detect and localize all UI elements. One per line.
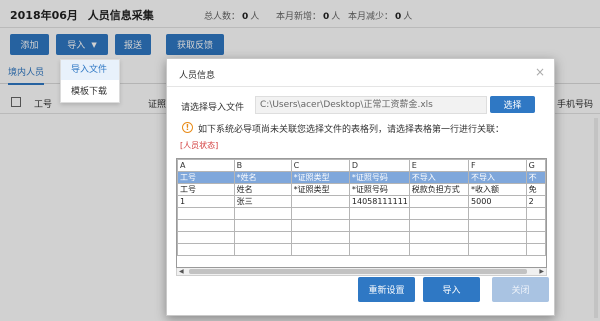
- import-button[interactable]: 导入: [423, 277, 480, 302]
- mapping-cell[interactable]: *姓名: [233, 171, 292, 184]
- spreadsheet-preview: A B C D E F G 工号 *姓名 *证照类型 *证照号码 不导入 不导入…: [176, 158, 547, 268]
- grid-cell[interactable]: 2: [525, 195, 546, 208]
- file-path-field[interactable]: C:\Users\acer\Desktop\正常工资薪金.xls: [255, 96, 487, 114]
- menu-item-import-file[interactable]: 导入文件: [61, 60, 119, 80]
- grid-cell[interactable]: 张三: [233, 195, 292, 208]
- dialog-title: 人员信息: [179, 71, 216, 81]
- grid-cell[interactable]: [348, 231, 410, 244]
- grid-cell[interactable]: [408, 207, 470, 220]
- mapping-cell[interactable]: *证照类型: [290, 171, 350, 184]
- scrollbar-thumb[interactable]: [189, 269, 527, 274]
- grid-cell[interactable]: [233, 219, 292, 232]
- table-row[interactable]: [177, 207, 546, 220]
- scroll-right-icon[interactable]: ▶: [539, 268, 544, 275]
- scroll-left-icon[interactable]: ◀: [179, 268, 184, 275]
- file-select-label: 请选择导入文件: [181, 103, 245, 113]
- mapping-cell[interactable]: 不导入: [408, 171, 470, 184]
- column-letter: G: [525, 159, 546, 172]
- grid-cell[interactable]: [468, 231, 527, 244]
- column-letter: F: [468, 159, 527, 172]
- grid-cell[interactable]: [348, 219, 410, 232]
- grid-cell[interactable]: [348, 207, 410, 220]
- grid-cell[interactable]: [290, 231, 350, 244]
- grid-cell[interactable]: [290, 207, 350, 220]
- column-letter-row: A B C D E F G: [177, 159, 546, 172]
- mapping-row[interactable]: 工号 *姓名 *证照类型 *证照号码 不导入 不导入 不: [177, 171, 546, 184]
- grid-cell[interactable]: 5000: [468, 195, 527, 208]
- warning-icon: !: [182, 122, 193, 133]
- grid-cell[interactable]: 工号: [177, 183, 235, 196]
- table-row[interactable]: 1 张三 14058111111 5000 2: [177, 195, 546, 208]
- grid-cell[interactable]: [468, 243, 527, 256]
- grid-cell[interactable]: 姓名: [233, 183, 292, 196]
- grid-cell[interactable]: [233, 243, 292, 256]
- dialog-header: 人员信息 ×: [167, 59, 554, 87]
- grid-cell[interactable]: [525, 207, 546, 220]
- grid-cell[interactable]: [233, 231, 292, 244]
- close-button[interactable]: 关闭: [492, 277, 549, 302]
- mapping-cell[interactable]: *证照号码: [348, 171, 410, 184]
- grid-cell[interactable]: [525, 231, 546, 244]
- table-row[interactable]: 工号 姓名 *证照类型 *证照号码 税款负担方式 *收入额 免: [177, 183, 546, 196]
- column-letter: A: [177, 159, 235, 172]
- grid-cell[interactable]: [408, 219, 470, 232]
- menu-item-template-download[interactable]: 模板下载: [61, 82, 119, 102]
- grid-cell[interactable]: *证照号码: [348, 183, 410, 196]
- grid-cell[interactable]: [290, 219, 350, 232]
- import-menu: 导入文件 模板下载: [60, 59, 120, 103]
- mapping-cell[interactable]: 工号: [177, 171, 235, 184]
- grid-cell[interactable]: [233, 207, 292, 220]
- grid-cell[interactable]: 1: [177, 195, 235, 208]
- mapping-warning-text: 如下系统必导项尚未关联您选择文件的表格列，请选择表格第一行进行关联：: [198, 125, 505, 135]
- select-file-button[interactable]: 选择: [490, 96, 535, 113]
- unmapped-field-tag: [人员状态]: [180, 141, 219, 150]
- grid-cell[interactable]: [290, 243, 350, 256]
- table-row[interactable]: [177, 219, 546, 232]
- grid-cell[interactable]: [177, 207, 235, 220]
- table-row[interactable]: [177, 231, 546, 244]
- horizontal-scrollbar[interactable]: ◀ ▶: [176, 268, 547, 276]
- grid-cell[interactable]: [177, 231, 235, 244]
- grid-cell[interactable]: [525, 219, 546, 232]
- table-row[interactable]: [177, 243, 546, 256]
- grid-cell[interactable]: *证照类型: [290, 183, 350, 196]
- grid-cell[interactable]: 免: [525, 183, 546, 196]
- grid-cell[interactable]: 税款负担方式: [408, 183, 470, 196]
- personnel-import-dialog: 人员信息 × 请选择导入文件 C:\Users\acer\Desktop\正常工…: [166, 58, 555, 316]
- column-letter: E: [408, 159, 470, 172]
- reset-button[interactable]: 重新设置: [358, 277, 415, 302]
- grid-cell[interactable]: [177, 243, 235, 256]
- grid-cell[interactable]: [468, 219, 527, 232]
- column-letter: D: [348, 159, 410, 172]
- column-letter: C: [290, 159, 350, 172]
- grid-cell[interactable]: [468, 207, 527, 220]
- grid-cell[interactable]: [177, 219, 235, 232]
- grid-cell[interactable]: [348, 243, 410, 256]
- grid-cell[interactable]: 14058111111: [348, 195, 410, 208]
- grid-cell[interactable]: [290, 195, 350, 208]
- grid-cell[interactable]: [525, 243, 546, 256]
- mapping-cell[interactable]: 不导入: [468, 171, 527, 184]
- grid-cell[interactable]: [408, 195, 470, 208]
- grid-cell[interactable]: [408, 231, 470, 244]
- grid-cell[interactable]: *收入额: [468, 183, 527, 196]
- column-letter: B: [233, 159, 292, 172]
- grid-cell[interactable]: [408, 243, 470, 256]
- mapping-cell[interactable]: 不: [525, 171, 546, 184]
- close-icon[interactable]: ×: [535, 65, 545, 79]
